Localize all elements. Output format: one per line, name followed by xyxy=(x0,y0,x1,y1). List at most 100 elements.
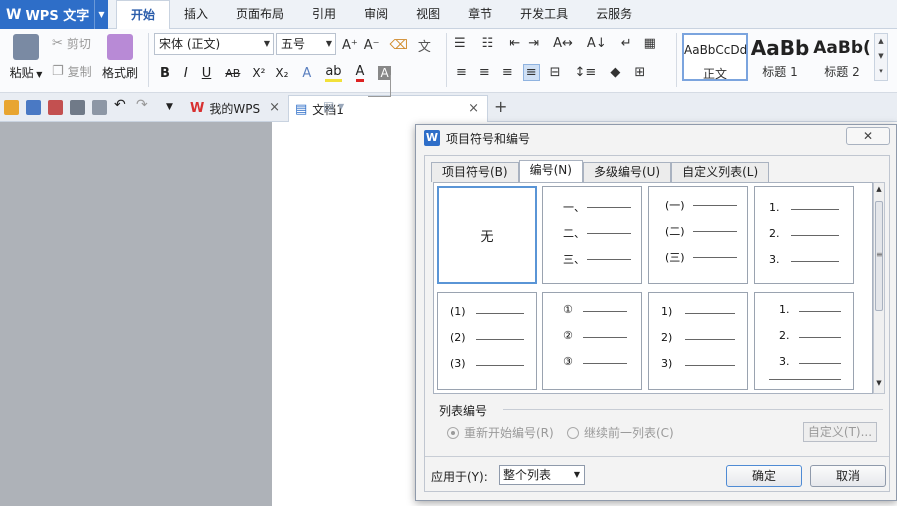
table-icon[interactable]: ▦ xyxy=(644,36,656,51)
align-left-icon[interactable]: ≡ xyxy=(456,65,467,80)
bullets-numbering-dialog: W 项目符号和编号 ✕ 项目符号(B) 编号(N) 多级编号(U) 自定义列表(… xyxy=(415,124,897,501)
justify-icon[interactable]: ≡ xyxy=(522,64,540,81)
list-numbering-label: 列表编号 xyxy=(439,404,488,418)
superscript-icon[interactable]: X² xyxy=(252,66,265,80)
phonetic-icon[interactable]: 文 xyxy=(418,36,431,55)
tab-cloud[interactable]: 云服务 xyxy=(582,0,646,29)
tab-insert[interactable]: 插入 xyxy=(170,0,222,29)
copy-label: 复制 xyxy=(67,65,92,79)
print-preview-icon[interactable] xyxy=(92,100,107,115)
border-icon[interactable]: ⊞ xyxy=(634,65,645,80)
continue-list-radio[interactable]: 继续前一列表(C) xyxy=(567,424,674,441)
format-painter-button[interactable]: 格式刷 xyxy=(102,34,138,81)
tab-numbering[interactable]: 编号(N) xyxy=(518,160,583,182)
open-folder-icon[interactable] xyxy=(4,100,19,115)
ok-button[interactable]: 确定 xyxy=(726,465,802,487)
underline-icon[interactable]: U xyxy=(202,66,212,81)
numbering-option[interactable]: ① ② ③ xyxy=(542,292,642,390)
sort-icon[interactable]: A↓ xyxy=(587,36,607,51)
style-heading1[interactable]: AaBb 标题 1 xyxy=(750,33,810,81)
font-grow-icon[interactable]: A⁺ xyxy=(342,38,358,53)
close-button[interactable]: ✕ xyxy=(846,127,890,145)
scroll-down-icon[interactable]: ▼ xyxy=(874,379,884,391)
shading-icon[interactable]: ◆ xyxy=(610,65,620,80)
distribute-icon[interactable]: ⊟ xyxy=(550,65,561,80)
cancel-button[interactable]: 取消 xyxy=(810,465,886,487)
tab-bullets[interactable]: 项目符号(B) xyxy=(431,162,519,182)
tab-multilevel[interactable]: 多级编号(U) xyxy=(582,162,672,182)
numbered-list-icon[interactable]: ☷ xyxy=(482,36,494,51)
paste-button[interactable]: 粘贴 ▼ xyxy=(8,34,44,81)
numbering-marker: 1. xyxy=(779,303,790,316)
line-spacing-icon[interactable]: ↕≡ xyxy=(575,65,597,80)
close-icon[interactable]: × xyxy=(468,101,479,116)
save-icon[interactable] xyxy=(26,100,41,115)
numbering-option[interactable]: 1. 2. 3. xyxy=(754,292,854,390)
numbering-option[interactable]: 1) 2) 3) xyxy=(648,292,748,390)
export-pdf-icon[interactable] xyxy=(48,100,63,115)
customize-toolbar-icon[interactable]: ▼ xyxy=(166,102,181,117)
numbering-option[interactable]: 1. 2. 3. xyxy=(754,186,854,284)
chinese-layout-icon[interactable]: A↔ xyxy=(553,36,573,51)
scrollbar-thumb[interactable]: ≡ xyxy=(875,201,883,311)
cut-button[interactable]: ✂ 剪切 xyxy=(52,35,91,52)
undo-icon[interactable]: ↶ xyxy=(114,97,129,113)
italic-icon[interactable]: I xyxy=(184,66,188,81)
numbering-gallery: 无 一、 二、 三、 (一) (二) (三) 1. 2. 3. (1) (2) xyxy=(433,182,873,394)
style-gallery-scroll[interactable]: ▲ ▼ ▾ xyxy=(874,33,888,81)
radio-dot xyxy=(567,426,579,439)
tab-custom-list[interactable]: 自定义列表(L) xyxy=(671,162,770,182)
numbering-option[interactable]: (1) (2) (3) xyxy=(437,292,537,390)
text-effect-icon[interactable]: A xyxy=(302,66,311,81)
numbering-marker: 一、 xyxy=(563,201,585,214)
tab-view[interactable]: 视图 xyxy=(402,0,454,29)
align-right-icon[interactable]: ≡ xyxy=(502,65,513,80)
redo-icon[interactable]: ↷ xyxy=(136,97,151,113)
numbering-marker: 三、 xyxy=(563,253,585,266)
customize-button[interactable]: 自定义(T)... xyxy=(803,422,877,442)
font-shrink-icon[interactable]: A⁻ xyxy=(364,38,380,53)
numbering-option[interactable]: 一、 二、 三、 xyxy=(542,186,642,284)
tab-review[interactable]: 审阅 xyxy=(350,0,402,29)
style-heading2[interactable]: AaBb( 标题 2 xyxy=(812,33,872,81)
decrease-indent-icon[interactable]: ⇤ xyxy=(509,36,520,51)
font-color-icon[interactable]: A xyxy=(355,64,365,82)
chevron-down-icon[interactable]: ▼ xyxy=(94,0,108,29)
paragraph-layout-icon[interactable]: ▤ ▾ xyxy=(323,99,344,113)
style-heading2-sample: AaBb( xyxy=(813,38,871,58)
style-normal[interactable]: AaBbCcDd 正文 xyxy=(682,33,748,81)
strikethrough-icon[interactable]: AB xyxy=(225,67,240,80)
bullet-list-icon[interactable]: ☰ xyxy=(454,36,466,51)
tab-home[interactable]: 开始 xyxy=(116,0,171,30)
align-center-icon[interactable]: ≡ xyxy=(479,65,490,80)
style-heading2-name: 标题 2 xyxy=(824,65,860,79)
font-size-select[interactable]: 五号 ▼ xyxy=(276,33,336,55)
scroll-up-icon[interactable]: ▲ xyxy=(874,185,884,197)
font-name-select[interactable]: 宋体 (正文) ▼ xyxy=(154,33,274,55)
copy-button[interactable]: ❐ 复制 xyxy=(52,63,92,80)
apply-to-select[interactable]: 整个列表 ▼ xyxy=(499,465,585,485)
print-icon[interactable] xyxy=(70,100,85,115)
show-marks-icon[interactable]: ↵ xyxy=(621,36,632,51)
app-menu-button[interactable]: W WPS 文字 ▼ xyxy=(0,0,108,29)
gallery-scrollbar[interactable]: ▲ ≡ ▼ xyxy=(873,182,885,394)
highlight-icon[interactable]: ab xyxy=(325,64,342,82)
tab-section[interactable]: 章节 xyxy=(454,0,506,29)
bold-icon[interactable]: B xyxy=(160,66,170,81)
close-icon[interactable]: × xyxy=(269,100,280,115)
clear-format-icon[interactable]: ⌫ xyxy=(390,38,408,53)
subscript-icon[interactable]: X₂ xyxy=(275,66,288,80)
style-heading1-name: 标题 1 xyxy=(762,65,798,79)
paste-icon xyxy=(13,34,39,60)
numbering-option-none[interactable]: 无 xyxy=(437,186,537,284)
new-tab-icon[interactable]: + xyxy=(494,97,507,116)
restart-numbering-radio[interactable]: 重新开始编号(R) xyxy=(447,424,554,441)
numbering-marker: 3) xyxy=(661,357,673,370)
doc-tab-my-wps[interactable]: W 我的WPS × xyxy=(184,95,288,122)
doc-tab-document1[interactable]: ▤ 文档1 × xyxy=(288,95,488,122)
tab-page-layout[interactable]: 页面布局 xyxy=(222,0,298,29)
tab-references[interactable]: 引用 xyxy=(298,0,350,29)
increase-indent-icon[interactable]: ⇥ xyxy=(528,36,539,51)
numbering-option[interactable]: (一) (二) (三) xyxy=(648,186,748,284)
tab-developer[interactable]: 开发工具 xyxy=(506,0,582,29)
